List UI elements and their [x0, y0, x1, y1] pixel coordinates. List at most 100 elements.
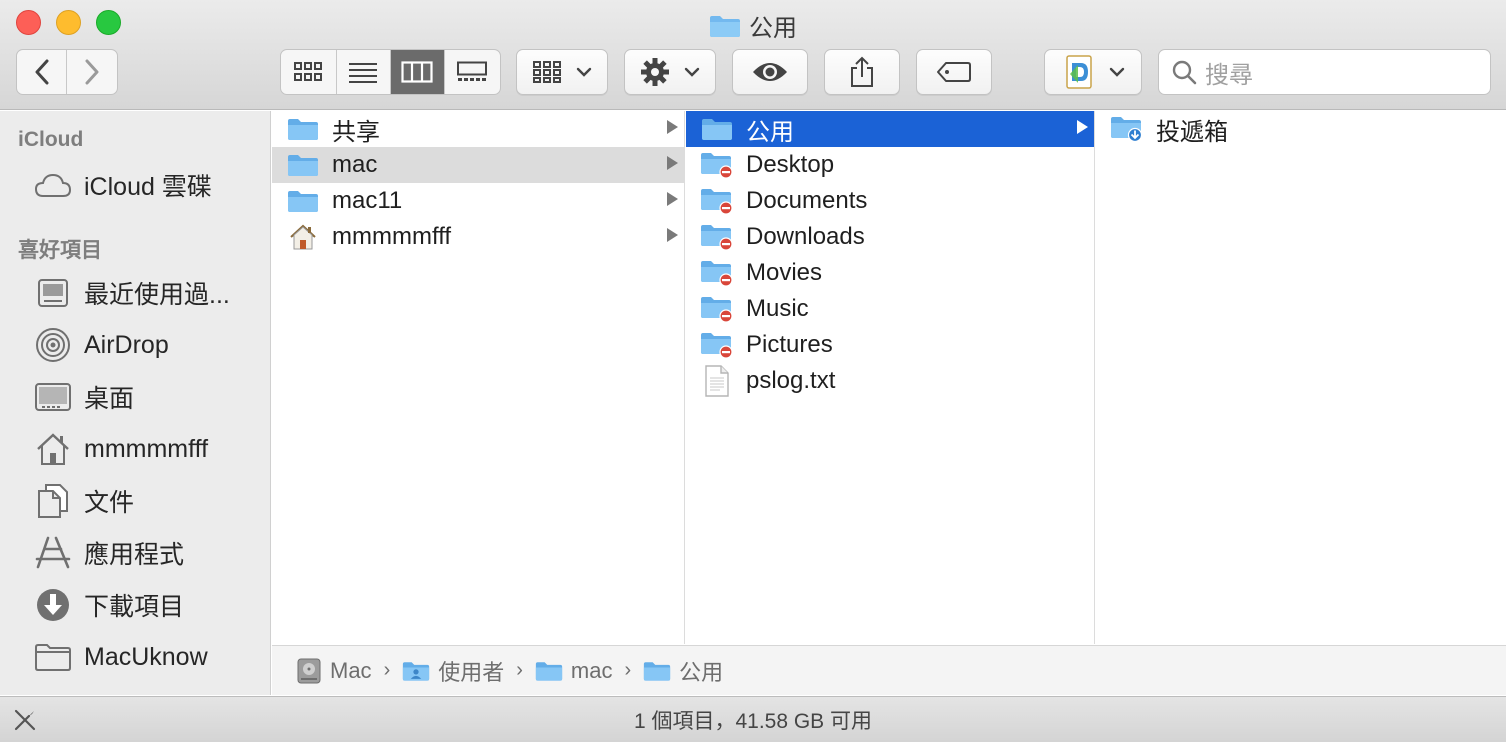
list-item[interactable]: pslog.txt [686, 363, 1094, 399]
folder-icon [286, 151, 320, 179]
list-item[interactable]: 投遞箱 [1096, 111, 1506, 147]
finder-window: 公用 搜尋 iCloud iCloud 雲碟 喜好項目 最近使用過... Air… [0, 0, 1506, 742]
sidebar-item-applications[interactable]: 應用程式 [34, 533, 184, 573]
path-separator: › [624, 659, 632, 681]
item-name: Documents [746, 187, 868, 214]
list-item[interactable]: Movies [686, 255, 1094, 291]
list-item[interactable]: Pictures [686, 327, 1094, 363]
item-name: Pictures [746, 331, 833, 358]
sidebar-heading-favorites: 喜好項目 [18, 239, 102, 262]
path-item-label: 使用者 [438, 659, 505, 685]
sidebar-item-icloud-drive[interactable]: iCloud 雲碟 [34, 165, 212, 205]
list-item[interactable]: Desktop [686, 147, 1094, 183]
search-icon [1172, 60, 1197, 85]
sidebar-item-downloads[interactable]: 下載項目 [34, 585, 184, 625]
disclosure-arrow-icon [667, 192, 678, 206]
sidebar-item-desktop[interactable]: 桌面 [34, 377, 134, 417]
browser-column-1: 共享 mac mac11 mmmmmfff [272, 111, 685, 644]
eye-icon [753, 63, 787, 81]
documents-icon [34, 482, 72, 520]
dictionary-app-icon [1066, 55, 1092, 89]
sidebar-item-label: mmmmmfff [84, 434, 209, 463]
list-item[interactable]: mmmmmfff [272, 219, 684, 255]
restricted-folder-icon [700, 259, 734, 287]
users-folder-icon [403, 661, 430, 681]
home-icon [286, 223, 320, 251]
path-item-mac[interactable]: Mac [296, 657, 372, 685]
group-grid-icon [533, 61, 561, 83]
folder-icon [34, 638, 72, 676]
group-button[interactable] [516, 49, 608, 95]
icon-view-icon [294, 62, 323, 81]
folder-icon [286, 187, 320, 215]
window-title-text: 公用 [749, 15, 797, 42]
disk-icon [297, 658, 321, 683]
folder-icon [710, 15, 740, 37]
sidebar-item-label: 最近使用過... [84, 281, 230, 309]
item-name: Music [746, 295, 809, 322]
list-view-button[interactable] [337, 50, 391, 94]
icon-view-button[interactable] [281, 50, 337, 94]
item-name: mmmmmfff [332, 223, 452, 250]
list-item[interactable]: Documents [686, 183, 1094, 219]
gallery-view-icon [457, 61, 488, 81]
path-item-public[interactable]: 公用 [643, 655, 723, 687]
path-item-label: Mac [330, 657, 372, 683]
sidebar-item-label: 應用程式 [84, 541, 185, 569]
list-item[interactable]: mac [272, 147, 684, 183]
downloads-icon [34, 586, 72, 624]
action-button[interactable] [624, 49, 716, 95]
path-item-label: 公用 [679, 659, 724, 685]
gear-icon [641, 58, 669, 86]
list-item[interactable]: Music [686, 291, 1094, 327]
recents-icon [34, 274, 72, 312]
dictionary-app-button[interactable] [1044, 49, 1142, 95]
chevron-down-icon [1109, 67, 1125, 77]
chevron-right-icon [85, 59, 99, 85]
restricted-folder-icon [700, 187, 734, 215]
list-item[interactable]: 共享 [272, 111, 684, 147]
column-view-button[interactable] [391, 50, 445, 94]
back-button[interactable] [17, 50, 68, 94]
quicklook-button[interactable] [732, 49, 808, 95]
disclosure-arrow-icon [667, 156, 678, 170]
search-field[interactable]: 搜尋 [1158, 49, 1491, 95]
path-bar: Mac › 使用者 › mac › 公用 [272, 645, 1506, 695]
gallery-view-button[interactable] [445, 50, 500, 94]
status-bar: 1 個項目，41.58 GB 可用 [0, 696, 1506, 742]
path-item-users[interactable]: 使用者 [402, 655, 504, 687]
chevron-down-icon [684, 67, 700, 77]
sidebar-item-recents[interactable]: 最近使用過... [34, 273, 230, 313]
sidebar-item-macuknow[interactable]: MacUknow [34, 637, 208, 677]
sidebar-item-home[interactable]: mmmmmfff [34, 429, 208, 469]
folder-icon [644, 661, 671, 681]
sidebar-heading-icloud: iCloud [18, 128, 84, 151]
sidebar-item-label: 桌面 [84, 385, 135, 413]
share-button[interactable] [824, 49, 900, 95]
view-switcher [280, 49, 501, 95]
restricted-folder-icon [700, 295, 734, 323]
window-title: 公用 [0, 8, 1506, 43]
list-item[interactable]: 公用 [686, 111, 1094, 147]
list-item[interactable]: Downloads [686, 219, 1094, 255]
sidebar-item-documents[interactable]: 文件 [34, 481, 134, 521]
dropbox-folder-icon [1110, 115, 1144, 143]
text-file-icon [700, 365, 734, 397]
home-icon [34, 430, 72, 468]
list-item[interactable]: mac11 [272, 183, 684, 219]
item-name: Movies [746, 259, 823, 286]
chevron-down-icon [576, 67, 592, 77]
sidebar-item-airdrop[interactable]: AirDrop [34, 325, 169, 365]
sidebar-item-label: MacUknow [84, 642, 208, 671]
applications-icon [34, 534, 72, 572]
no-write-permission-icon[interactable] [12, 707, 38, 733]
airdrop-icon [34, 326, 72, 364]
folder-icon [700, 115, 734, 143]
path-item-mac-folder[interactable]: mac [535, 657, 613, 684]
disclosure-arrow-icon [667, 120, 678, 134]
item-name: 共享 [332, 118, 380, 146]
list-view-icon [349, 63, 378, 83]
tag-button[interactable] [916, 49, 992, 95]
forward-button[interactable] [67, 50, 117, 94]
path-item-label: mac [570, 657, 613, 683]
